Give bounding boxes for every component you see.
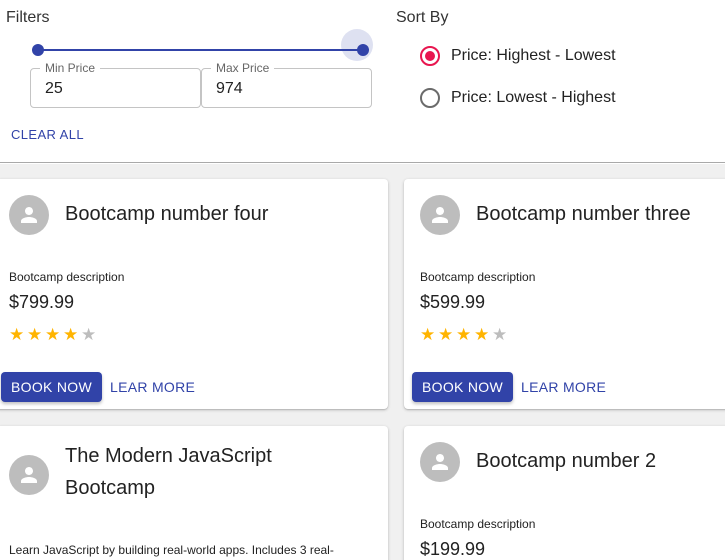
slider-max-handle[interactable] — [341, 29, 373, 61]
card-description: Learn JavaScript by building real-world … — [9, 543, 334, 557]
card-price: $799.99 — [9, 292, 75, 312]
star-filled-icon[interactable]: ★ — [27, 326, 45, 343]
book-now-button[interactable]: BOOK NOW — [412, 372, 513, 402]
min-price-label: Min Price — [40, 62, 101, 75]
bootcamp-grid: Bootcamp number four Bootcamp descriptio… — [0, 164, 725, 560]
rating-stars[interactable]: ★ ★ ★ ★ ★ — [420, 326, 510, 343]
avatar — [9, 195, 49, 235]
min-price-value[interactable]: 25 — [45, 80, 63, 98]
card-description: Bootcamp description — [420, 270, 536, 284]
star-filled-icon[interactable]: ★ — [63, 326, 81, 343]
star-filled-icon[interactable]: ★ — [438, 326, 456, 343]
card-price: $599.99 — [420, 292, 486, 312]
avatar — [9, 455, 49, 495]
card-price: $199.99 — [420, 539, 486, 559]
star-empty-icon[interactable]: ★ — [81, 326, 99, 343]
sort-option-low-high[interactable]: Price: Lowest - Highest — [420, 88, 616, 108]
clear-all-button[interactable]: CLEAR ALL — [11, 127, 84, 142]
max-price-field[interactable]: Max Price 974 — [201, 62, 372, 108]
star-filled-icon[interactable]: ★ — [456, 326, 474, 343]
avatar — [420, 195, 460, 235]
price-range-slider[interactable] — [32, 29, 373, 61]
filters-bar: Filters Min Price 25 Max Price 974 CLEAR… — [0, 0, 725, 163]
card-title-line-1: The Modern JavaScript — [65, 445, 272, 467]
person-icon — [432, 207, 448, 223]
sort-option-label: Price: Highest - Lowest — [451, 47, 616, 64]
filters-title: Filters — [6, 9, 50, 26]
sort-option-label: Price: Lowest - Highest — [451, 89, 616, 106]
bootcamp-card: Bootcamp number four Bootcamp descriptio… — [0, 179, 388, 409]
star-filled-icon[interactable]: ★ — [474, 326, 492, 343]
card-title: Bootcamp number 2 — [476, 450, 657, 472]
learn-more-link[interactable]: LEAR MORE — [521, 379, 606, 395]
radio-checked-icon[interactable] — [420, 46, 440, 66]
book-now-button[interactable]: BOOK NOW — [1, 372, 102, 402]
star-empty-icon[interactable]: ★ — [492, 326, 510, 343]
sort-by-title: Sort By — [396, 9, 449, 26]
bootcamp-card: Bootcamp number three Bootcamp descripti… — [404, 179, 725, 409]
person-icon — [21, 207, 37, 223]
star-filled-icon[interactable]: ★ — [45, 326, 63, 343]
max-price-value[interactable]: 974 — [216, 80, 243, 98]
card-title: Bootcamp number three — [476, 203, 691, 225]
person-icon — [432, 454, 448, 470]
slider-focus-halo — [341, 29, 373, 61]
min-price-field[interactable]: Min Price 25 — [30, 62, 201, 108]
bootcamp-card: Bootcamp number 2 Bootcamp description $… — [404, 426, 725, 560]
card-title-line-2: Bootcamp — [65, 477, 156, 499]
slider-min-handle[interactable] — [32, 44, 44, 56]
bootcamp-card: The Modern JavaScript Bootcamp Learn Jav… — [0, 426, 388, 560]
rating-stars[interactable]: ★ ★ ★ ★ ★ — [9, 326, 99, 343]
star-filled-icon[interactable]: ★ — [9, 326, 27, 343]
sort-option-high-low[interactable]: Price: Highest - Lowest — [420, 46, 616, 66]
card-description: Bootcamp description — [9, 270, 125, 284]
person-icon — [21, 467, 37, 483]
card-description: Bootcamp description — [420, 517, 536, 531]
learn-more-link[interactable]: LEAR MORE — [110, 379, 195, 395]
star-filled-icon[interactable]: ★ — [420, 326, 438, 343]
radio-unchecked-icon[interactable] — [420, 88, 440, 108]
max-price-label: Max Price — [211, 62, 275, 75]
avatar — [420, 442, 460, 482]
card-title: Bootcamp number four — [65, 203, 269, 225]
